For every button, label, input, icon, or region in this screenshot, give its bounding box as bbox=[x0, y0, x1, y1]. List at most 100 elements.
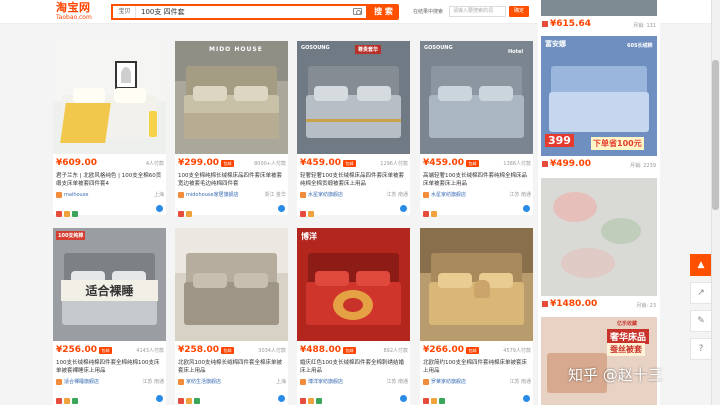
shop-name[interactable]: 适合裸睡旗舰店 bbox=[64, 378, 99, 387]
product-card[interactable]: MIDO HOUSE ¥299.00 包邮 8000+人付款 100支全棉纯棉长… bbox=[175, 41, 288, 217]
search-within-input[interactable]: 请输入要搜索的词 bbox=[449, 6, 506, 17]
product-title[interactable]: 100支全棉纯棉长绒棉床品四件套床单被套宽边被套毛边纯棉四件套 bbox=[178, 172, 286, 188]
brand-logo: GOSOUNG bbox=[424, 45, 453, 51]
shop-location: 浙江 金华 bbox=[264, 192, 286, 198]
wangwang-chat-icon[interactable] bbox=[156, 395, 163, 402]
shop-icon bbox=[423, 192, 429, 198]
product-tag: 包邮 bbox=[343, 160, 356, 167]
product-card[interactable]: 100支纯棉 适合裸睡 ¥256.00 包邮 4143人付款 100支长绒棉纯棉… bbox=[53, 228, 166, 405]
taobao-logo[interactable]: 淘宝网 Taobao.com bbox=[56, 2, 106, 23]
shop-location: 江苏 南通 bbox=[509, 379, 531, 385]
product-card[interactable]: 博洋 ¥488.00 包邮 892人付款 婚庆红色100支长绒棉四件套全棉刺绣结… bbox=[297, 228, 410, 405]
product-card[interactable]: GOSOUNG Hotel ¥459.00 包邮 1388人付款 高端轻奢100… bbox=[420, 41, 533, 217]
recommend-image[interactable] bbox=[541, 0, 657, 16]
recommend-item[interactable]: 富安娜 60S长绒棉 399 下单省100元 ¥499.00 月销: 2239 bbox=[538, 36, 660, 172]
shop-location: 上海 bbox=[153, 192, 164, 198]
wangwang-chat-icon[interactable] bbox=[523, 205, 530, 212]
product-title[interactable]: 高端轻奢100支长绒棉四件套纯棉全棉床品床单被套床上用品 bbox=[423, 172, 531, 188]
product-price: ¥459.00 bbox=[423, 158, 464, 168]
shop-icon bbox=[300, 379, 306, 385]
shop-name[interactable]: 水星家纺旗舰店 bbox=[308, 191, 343, 200]
recommend-item[interactable]: ¥1480.00 月销: 23 bbox=[538, 178, 660, 312]
shop-icon bbox=[178, 192, 184, 198]
help-icon[interactable]: ? bbox=[690, 338, 712, 360]
product-tag: 包邮 bbox=[343, 347, 356, 354]
recommend-price: ¥499.00 bbox=[550, 159, 591, 169]
wangwang-chat-icon[interactable] bbox=[523, 395, 530, 402]
product-title[interactable]: 婚庆红色100支长绒棉四件套全棉刺绣结婚床上用品 bbox=[300, 359, 408, 375]
recommend-item[interactable]: 亿乐收藏 奢华床品 蚕丝被套 bbox=[538, 317, 660, 405]
recommend-item[interactable]: ¥615.64 月销: 131 bbox=[538, 0, 660, 32]
service-badges bbox=[178, 389, 202, 404]
shop-icon bbox=[423, 379, 429, 385]
image-badge: Hotel bbox=[508, 49, 524, 55]
feedback-icon[interactable]: ✎ bbox=[690, 310, 712, 332]
shop-name[interactable]: 家纺生活旗舰店 bbox=[186, 378, 221, 387]
badge-icon bbox=[64, 398, 70, 404]
badge-icon bbox=[300, 398, 306, 404]
shop-name[interactable]: midohouse家居旗舰店 bbox=[186, 191, 239, 200]
badge-icon bbox=[56, 211, 62, 217]
scrollbar-thumb[interactable] bbox=[712, 60, 719, 210]
shop-location: 江苏 南通 bbox=[142, 379, 164, 385]
service-badges bbox=[56, 389, 80, 404]
product-title[interactable]: 北欧简约100支全棉四件套纯棉床单被套床上用品 bbox=[423, 359, 531, 375]
badge-icon bbox=[72, 398, 78, 404]
wangwang-chat-icon[interactable] bbox=[278, 205, 285, 212]
product-image[interactable] bbox=[53, 41, 166, 154]
image-title: 奢华床品 bbox=[607, 329, 650, 344]
search-button[interactable]: 搜 索 bbox=[368, 4, 399, 20]
product-price: ¥266.00 bbox=[423, 345, 464, 355]
shop-location: 江苏 南通 bbox=[386, 379, 408, 385]
search-within-button[interactable]: 确定 bbox=[509, 6, 529, 17]
wangwang-chat-icon[interactable] bbox=[400, 395, 407, 402]
product-card[interactable]: ¥258.00 包邮 3034人付款 北欧风100支纯棉长绒棉四件套全棉床单被套… bbox=[175, 228, 288, 405]
search-scope-select[interactable]: 宝贝 bbox=[114, 6, 136, 18]
share-icon[interactable]: ↗ bbox=[690, 282, 712, 304]
shop-name[interactable]: 博洋家纺旗舰店 bbox=[308, 378, 343, 387]
product-title[interactable]: 君子兰东 | 北欧风格纯色 | 100支全棉60贡缎支床单被套四件套4 bbox=[56, 172, 164, 188]
product-sales: 892人付款 bbox=[383, 348, 408, 354]
wangwang-chat-icon[interactable] bbox=[278, 395, 285, 402]
product-title[interactable]: 轻奢轻奢100支长绒棉床品四件套床单被套纯棉全棉贡缎被套床上用品 bbox=[300, 172, 408, 188]
product-card[interactable]: ¥266.00 包邮 4579人付款 北欧简约100支全棉四件套纯棉床单被套床上… bbox=[420, 228, 533, 405]
shop-icon bbox=[542, 301, 548, 307]
product-image[interactable]: GOSOUNG Hotel bbox=[420, 41, 533, 154]
product-card[interactable]: GOSOUNG 尊贵套华 ¥459.00 包邮 1296人付款 轻奢轻奢100支… bbox=[297, 41, 410, 217]
badge-icon bbox=[431, 398, 437, 404]
recommend-image[interactable]: 富安娜 60S长绒棉 399 下单省100元 bbox=[541, 36, 657, 156]
product-image[interactable]: GOSOUNG 尊贵套华 bbox=[297, 41, 410, 154]
shop-name[interactable]: maihouse bbox=[64, 191, 88, 200]
recommend-price: ¥1480.00 bbox=[550, 299, 598, 309]
service-badges bbox=[300, 389, 324, 404]
product-title[interactable]: 北欧风100支纯棉长绒棉四件套全棉床单被套床上用品 bbox=[178, 359, 286, 375]
product-image[interactable]: 博洋 bbox=[297, 228, 410, 341]
camera-icon[interactable] bbox=[353, 8, 362, 15]
badge-icon bbox=[431, 211, 437, 217]
product-image[interactable]: MIDO HOUSE bbox=[175, 41, 288, 154]
back-to-top-icon[interactable]: ▲ bbox=[690, 254, 712, 276]
product-image[interactable] bbox=[175, 228, 288, 341]
badge-icon bbox=[64, 211, 70, 217]
product-price: ¥459.00 bbox=[300, 158, 341, 168]
product-sales: 3034人付款 bbox=[258, 348, 286, 354]
recommend-image[interactable] bbox=[541, 178, 657, 296]
product-price: ¥488.00 bbox=[300, 345, 341, 355]
wangwang-chat-icon[interactable] bbox=[400, 205, 407, 212]
product-sales: 4579人付款 bbox=[503, 348, 531, 354]
shop-name[interactable]: 罗莱家纺旗舰店 bbox=[431, 378, 466, 387]
service-badges bbox=[300, 202, 316, 217]
product-title[interactable]: 100支长绒棉纯棉四件套全棉纯棉100支床单被套裸睡床上用品 bbox=[56, 359, 164, 375]
recommend-image[interactable]: 亿乐收藏 奢华床品 蚕丝被套 bbox=[541, 317, 657, 405]
recommend-price: ¥615.64 bbox=[550, 19, 591, 29]
product-card[interactable]: ¥609.00 4人付款 君子兰东 | 北欧风格纯色 | 100支全棉60贡缎支… bbox=[53, 41, 166, 217]
badge-icon bbox=[178, 398, 184, 404]
image-badge: 100支纯棉 bbox=[56, 231, 86, 240]
shop-icon bbox=[178, 379, 184, 385]
shop-name[interactable]: 水星家纺旗舰店 bbox=[431, 191, 466, 200]
wangwang-chat-icon[interactable] bbox=[156, 205, 163, 212]
service-badges bbox=[178, 202, 194, 217]
product-image[interactable] bbox=[420, 228, 533, 341]
product-image[interactable]: 100支纯棉 适合裸睡 bbox=[53, 228, 166, 341]
search-input[interactable] bbox=[141, 6, 351, 18]
